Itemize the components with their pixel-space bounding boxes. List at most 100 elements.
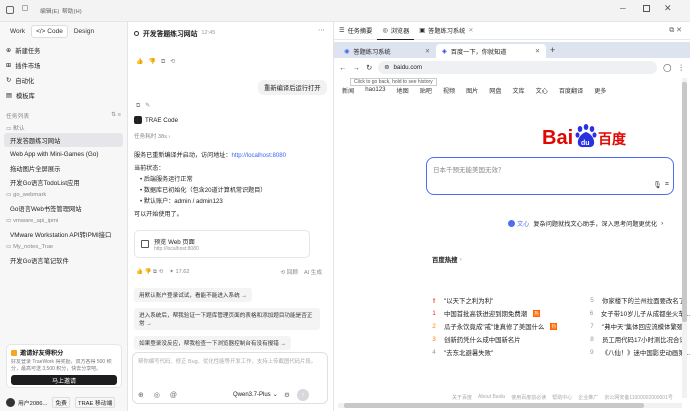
task-item[interactable]: Web App with Mini-Games (Go) <box>0 147 127 161</box>
task-item-active[interactable]: 开发答题练习网站 <box>4 133 123 147</box>
hot-item[interactable]: 3 创新药凭什么成中国新名片 <box>430 333 560 346</box>
message-actions[interactable]: ⧉✎ <box>136 102 155 110</box>
filter-icon[interactable]: ⇅ ≡ <box>111 112 121 118</box>
hot-search-title[interactable]: 百度热搜 › <box>432 255 462 264</box>
mobile-button[interactable]: TRAE 移动端 <box>74 396 116 408</box>
menu-icon[interactable]: ⋮ <box>678 63 686 72</box>
chat-input-box[interactable]: 帮你编写代码、修正 Bug、优化性能等开发工作，支持上传截图代码片段。 ⊕ ◎ … <box>132 352 328 404</box>
task-item[interactable]: VMware Workstation API转IPMI接口 <box>0 227 127 241</box>
user-name[interactable]: 用户2086... <box>18 398 47 407</box>
camera-icon[interactable]: ⌗ <box>665 181 669 189</box>
menu-edit[interactable]: 编辑(E) <box>40 6 59 15</box>
scrollbar-thumb[interactable] <box>344 403 644 408</box>
nav-link[interactable]: hao123 <box>365 86 385 95</box>
horizontal-scrollbar[interactable] <box>338 403 682 408</box>
search-input[interactable]: 日本千预无能美国无效？ <box>433 164 505 174</box>
footer-link[interactable]: 关于百度 <box>452 394 472 401</box>
forward-icon[interactable]: → <box>353 63 361 72</box>
vertical-scrollbar[interactable] <box>682 78 687 398</box>
hot-item[interactable]: 4 "去东北避暑失败" <box>430 346 560 359</box>
hot-item[interactable]: 9 《八仙！》迷中国影史动画第... <box>588 346 690 359</box>
nav-link[interactable]: 地图 <box>397 86 409 95</box>
browser-tab-active[interactable]: ◈ 百度一下，你就知道 ✕ <box>436 44 546 58</box>
close-icon[interactable]: ✕ <box>664 3 672 14</box>
address-bar[interactable]: ⊜ baidu.com <box>378 60 658 74</box>
invite-button[interactable]: 马上邀请 <box>11 375 117 385</box>
wenxin-promo[interactable]: 文心 复杂问题就找文心助手，深入思考问题更优化 › <box>508 219 663 228</box>
nav-new-task[interactable]: ⊕ 新建任务 <box>0 43 127 58</box>
footer-link[interactable]: 京公网安备11000002000001号 <box>604 394 673 401</box>
mode-design[interactable]: Design <box>70 26 98 37</box>
sidebar-toggle-icon[interactable] <box>6 6 14 14</box>
task-item[interactable]: Go语言Web书签管理网站 <box>0 201 127 215</box>
site-info-icon[interactable]: ⊜ <box>384 64 389 71</box>
mode-code[interactable]: </> Code <box>31 24 68 38</box>
close-icon[interactable]: ✕ <box>468 27 473 34</box>
suggestion-chip[interactable]: 用默认账户登录试试，看能不能进入系统 → <box>134 288 252 302</box>
hot-item[interactable]: 7 "弗中天"集体回应流模体繁殖 <box>588 320 690 333</box>
review-button[interactable]: ⟲ 回顾 <box>281 268 298 276</box>
nav-plugin-market[interactable]: ⊞ 插件市场 <box>0 58 127 73</box>
footer-link[interactable]: 企业推广 <box>578 394 598 401</box>
nav-link[interactable]: 百度翻译 <box>559 86 583 95</box>
tab-quiz-system[interactable]: ▣ 答题练习系统 ✕ <box>414 22 478 40</box>
browser-tab[interactable]: ◉ 答题练习系统 ✕ <box>338 44 436 58</box>
footer-link[interactable]: 帮助中心 <box>552 394 572 401</box>
hot-item[interactable]: 6 女子带10岁儿子从成都坐火车... <box>588 307 690 320</box>
preview-card[interactable]: 预览 Web 页面 http://localhost:8080 <box>134 230 310 258</box>
nav-link[interactable]: 新闻 <box>342 86 354 95</box>
hot-item[interactable]: 2 瓜子永饮竟成"戒"谁真修了美国什么热 <box>430 320 560 333</box>
search-box[interactable]: 日本千预无能美国无效？ 🎙 ⌗ <box>426 157 674 195</box>
footer-link[interactable]: 使用百度前必读 <box>511 394 546 401</box>
close-icon[interactable]: ✕ <box>535 48 540 55</box>
input-tools[interactable]: ⊕ ◎ @ <box>138 391 181 399</box>
nav-link[interactable]: 视频 <box>443 86 455 95</box>
nav-link[interactable]: 图片 <box>466 86 478 95</box>
close-icon[interactable]: ✕ <box>425 48 430 55</box>
feedback-icons[interactable]: 👍👎⧉⟲ <box>136 58 180 66</box>
minimize-icon[interactable]: ─ <box>620 4 626 13</box>
nav-link[interactable]: 网盘 <box>489 86 501 95</box>
task-item[interactable]: 开发Go语言笔记软件 <box>0 253 127 267</box>
more-icon[interactable]: ⋯ <box>318 26 325 34</box>
task-item[interactable]: 开发Go语言TodoList应用 <box>0 175 127 189</box>
chat-input[interactable]: 帮你编写代码、修正 Bug、优化性能等开发工作，支持上传截图代码片段。 <box>133 353 327 375</box>
response-actions[interactable]: 👍 👎 ⧉ ⟲ <box>136 269 163 276</box>
hot-item[interactable]: 8 员工用代码17小时测比况合计 <box>588 333 690 346</box>
panel-actions-icon[interactable]: ⧉ ✕ <box>669 26 690 35</box>
group-go-webmark[interactable]: ▭ go_webmark <box>0 189 127 201</box>
hot-item[interactable]: ⇑ "以天下之利为利" <box>430 294 560 307</box>
nav-link[interactable]: 贴吧 <box>420 86 432 95</box>
maximize-icon[interactable] <box>643 5 650 12</box>
reload-icon[interactable]: ↻ <box>366 63 372 72</box>
hot-item[interactable]: 5 你家楼下的兰州拉面要改名了 <box>588 294 690 307</box>
profile-icon[interactable]: ◯ <box>663 63 671 72</box>
back-icon[interactable]: ← <box>339 63 347 72</box>
suggestion-chip[interactable]: 如果登录没反应，帮我检查一下浏览器控制台有没有报错 → <box>134 336 292 350</box>
group-notes[interactable]: ▭ My_notes_Trae <box>0 241 127 253</box>
task-item[interactable]: 拖动图片全屏展示 <box>0 161 127 175</box>
group-default[interactable]: ▭ 默认 <box>0 121 127 133</box>
footer-link[interactable]: About Baidu <box>478 394 505 401</box>
tab-browser[interactable]: ◎ 浏览器 <box>377 22 415 40</box>
mic-icon[interactable]: 🎙 <box>653 181 662 189</box>
send-button[interactable]: ↑ <box>297 389 309 401</box>
suggestion-chip[interactable]: 进入系统后，帮我验证一下题库管理页面的表格和添加题目功能是否正常 → <box>134 308 320 330</box>
avatar[interactable] <box>6 397 15 407</box>
scrollbar-thumb[interactable] <box>682 82 687 322</box>
group-vmware[interactable]: ▭ vmware_api_ipmi <box>0 215 127 227</box>
model-select[interactable]: Qwen3.7-Plus ⌄ <box>233 391 278 399</box>
tool-icon[interactable]: ⚙ <box>284 391 290 399</box>
nav-link[interactable]: 更多 <box>594 86 606 95</box>
nav-templates[interactable]: ▤ 模板库 <box>0 88 127 103</box>
new-tab-icon[interactable]: + <box>550 45 555 55</box>
nav-link[interactable]: 文心 <box>536 86 548 95</box>
menu-help[interactable]: 帮助(H) <box>62 6 82 15</box>
localhost-link[interactable]: http://localhost:8080 <box>232 152 287 159</box>
thought-toggle[interactable]: 任务耗时 38s › <box>134 132 170 140</box>
mode-work[interactable]: Work <box>6 26 29 37</box>
hot-item[interactable]: 1 中国首批高铁进迎到期免费潮热 <box>430 307 560 320</box>
tab-task-summary[interactable]: ☰ 任务摘要 <box>334 22 377 40</box>
nav-automation[interactable]: ↻ 自动化 <box>0 73 127 88</box>
nav-link[interactable]: 文库 <box>512 86 524 95</box>
